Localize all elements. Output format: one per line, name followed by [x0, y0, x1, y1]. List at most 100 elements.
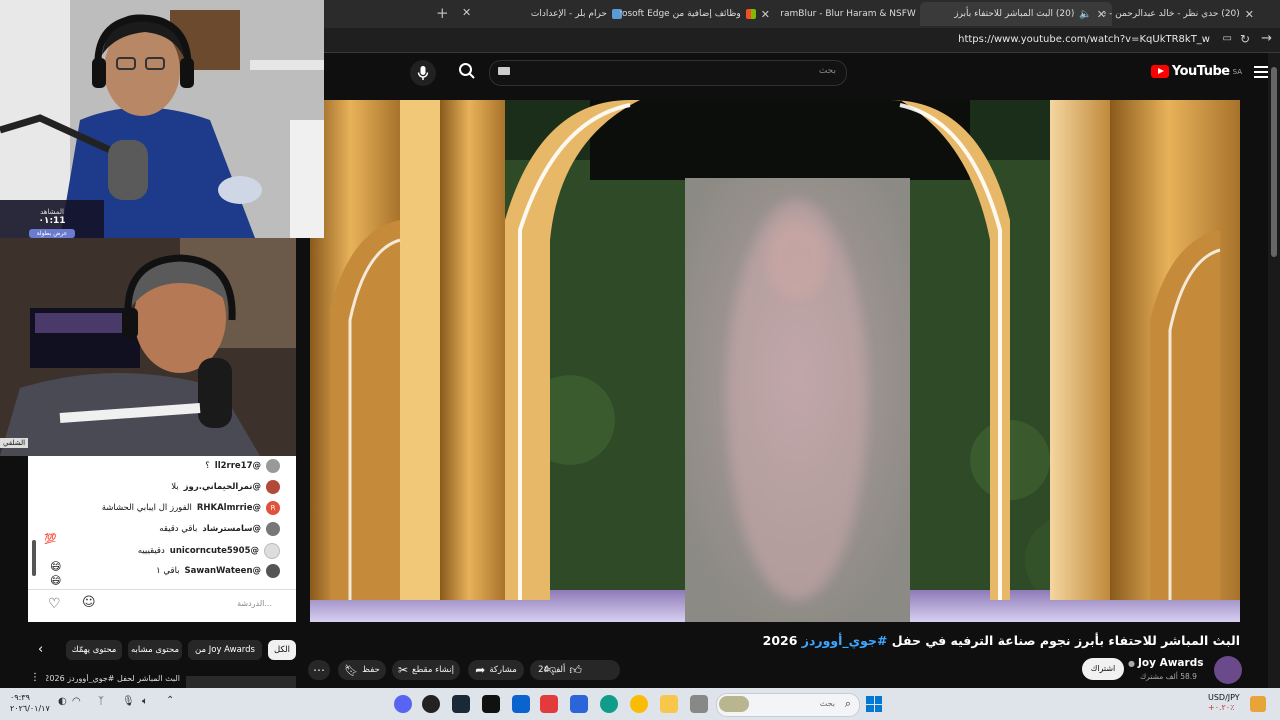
- dislike-button[interactable]: 👎︎: [544, 662, 556, 677]
- clock[interactable]: ٠٩:٣٩ ٢٠٢٦/٠١/١٧: [10, 692, 50, 714]
- forward-icon[interactable]: →: [1261, 31, 1272, 46]
- chat-message: @نمرالحيماني.روز بلا: [171, 480, 280, 494]
- app-icon[interactable]: [690, 695, 708, 713]
- address-bar[interactable]: https://www.youtube.com/watch?v=KqUkTR8k…: [324, 28, 1280, 53]
- chevron-left-icon[interactable]: ‹: [38, 642, 43, 657]
- chevron-up-icon[interactable]: ⌃: [166, 695, 174, 706]
- chat-message: @ll2rre17 ؟: [205, 459, 280, 473]
- chat-username[interactable]: @ll2rre17: [215, 461, 261, 471]
- network-icon[interactable]: ᛉ: [98, 696, 104, 707]
- avatar: [266, 459, 280, 473]
- microphone-tray-icon[interactable]: 🎙︎: [122, 696, 135, 707]
- chat-username[interactable]: @نمرالحيماني.روز: [184, 482, 261, 492]
- close-tab-icon[interactable]: ✕: [462, 6, 471, 19]
- like-reaction-button[interactable]: ♡: [48, 596, 61, 612]
- tab-title: وظائف إضافية من Microsoft Edge: [620, 9, 741, 19]
- browser-tab[interactable]: حرام بلر - الإعدادات: [474, 4, 622, 24]
- edge-app-icon[interactable]: [600, 695, 618, 713]
- wifi-icon[interactable]: ◠: [72, 696, 81, 707]
- channel-name[interactable]: ● Joy Awards: [1128, 657, 1203, 669]
- chat-username[interactable]: @RHKAlmrrie: [197, 503, 261, 513]
- close-tab-icon[interactable]: ✕: [1245, 8, 1254, 21]
- live-chat-panel: @ll2rre17 ؟ @نمرالحيماني.روز بلا R @RHKA…: [28, 456, 296, 622]
- chat-input[interactable]: ☺ الدردشة...: [72, 594, 300, 616]
- title-text: البث المباشر للاحتفاء بأبرز نجوم صناعة ا…: [887, 633, 1240, 648]
- channel-avatar[interactable]: [1214, 656, 1242, 684]
- capcut-app-icon[interactable]: [482, 695, 500, 713]
- currency-pair: USD/JPY: [1208, 693, 1240, 702]
- browser-tab-active[interactable]: ✕ 🔈 (20) البث المباشر للاحتفاء بأبرز: [920, 2, 1112, 26]
- clip-button[interactable]: ✂ إنشاء مقطع: [392, 660, 460, 680]
- chat-username[interactable]: @سامسترشاد: [202, 524, 261, 534]
- video-frame: [310, 100, 1240, 622]
- new-tab-button[interactable]: +: [436, 4, 449, 22]
- tab-title: (20) البث المباشر للاحتفاء بأبرز: [954, 9, 1075, 19]
- chat-username[interactable]: @unicorncute5905: [170, 546, 259, 556]
- like-button[interactable]: 24 ألف 👍︎: [530, 660, 590, 680]
- youtube-header: YouTube SA بحث: [324, 53, 1268, 93]
- tab-title: (20) حدي نظر - خالد عبدالرحمن - e: [1104, 9, 1240, 19]
- url-text[interactable]: https://www.youtube.com/watch?v=KqUkTR8k…: [958, 34, 1210, 45]
- keyboard-icon[interactable]: [498, 67, 510, 75]
- title-hashtag[interactable]: #جوي_أووردز: [802, 633, 888, 648]
- notifications-icon[interactable]: ◐: [58, 696, 67, 707]
- volume-icon[interactable]: 🔈︎: [142, 696, 148, 707]
- share-button[interactable]: ➦ مشاركة: [468, 660, 524, 680]
- search-input[interactable]: بحث: [489, 60, 847, 86]
- chip-for-you[interactable]: محتوى يهمّك: [66, 640, 122, 660]
- browser-tab[interactable]: ✕ (20) حدي نظر - خالد عبدالرحمن - e: [1104, 4, 1254, 24]
- more-actions-button[interactable]: ⋯: [308, 660, 330, 680]
- start-button[interactable]: [866, 696, 882, 712]
- chip-related[interactable]: محتوى مشابه: [128, 640, 182, 660]
- browser-tab[interactable]: ✕ وظائف إضافية من Microsoft Edge: [620, 4, 770, 24]
- chrome-app-icon[interactable]: [630, 695, 648, 713]
- close-tab-icon[interactable]: ✕: [761, 8, 770, 21]
- verified-icon: ●: [1128, 658, 1135, 668]
- speaker-icon[interactable]: 🔈: [1079, 9, 1091, 20]
- gift-app-icon[interactable]: [540, 695, 558, 713]
- widget-icon[interactable]: [1250, 696, 1266, 712]
- avatar: [266, 522, 280, 536]
- microphone-icon: [417, 66, 429, 80]
- store-app-icon[interactable]: [570, 695, 588, 713]
- viewer-widget: المشاهد ٠١:11 عرض بطولة: [0, 200, 104, 238]
- next-video-thumbnail[interactable]: [186, 676, 296, 688]
- next-video-title[interactable]: البث المباشر لحفل #جوي_أووردز 2026 |: [46, 674, 180, 683]
- page-scrollbar[interactable]: [1268, 53, 1280, 688]
- search-button[interactable]: [458, 62, 480, 84]
- file-explorer-icon[interactable]: [660, 695, 678, 713]
- tab-title: HaramBlur - Blur Haram & NSFW: [780, 9, 916, 19]
- currency-widget[interactable]: USD/JPY +٠.٢٠٪: [1208, 693, 1240, 713]
- browser-tab[interactable]: ✕ HaramBlur - Blur Haram & NSFW: [780, 4, 930, 24]
- youtube-logo[interactable]: YouTube SA: [1150, 64, 1242, 79]
- outlook-app-icon[interactable]: [512, 695, 530, 713]
- reaction-emoji-icon: 😄: [50, 574, 62, 587]
- search-placeholder: بحث: [818, 66, 836, 76]
- scrollbar-thumb[interactable]: [1271, 67, 1277, 257]
- tournament-button[interactable]: عرض بطولة: [29, 229, 75, 238]
- taskbar-search[interactable]: ⌕ بحث: [716, 693, 860, 717]
- chip-all[interactable]: الكل: [268, 640, 296, 660]
- chat-scrollbar[interactable]: [32, 540, 36, 576]
- discord-app-icon[interactable]: [394, 695, 412, 713]
- emoji-icon[interactable]: ☺: [82, 595, 96, 610]
- avatar: [266, 480, 280, 494]
- video-player[interactable]: [310, 100, 1240, 622]
- chat-text: ؟: [205, 461, 210, 471]
- subscribe-button[interactable]: اشتراك: [1082, 658, 1124, 680]
- viewer-time: ٠١:11: [38, 216, 66, 226]
- clock-date: ٢٠٢٦/٠١/١٧: [10, 704, 50, 713]
- reload-icon[interactable]: ↻: [1240, 32, 1250, 46]
- chat-message: @SawanWateen باقي ١: [156, 564, 280, 578]
- bookmark-icon: 🔖︎: [344, 663, 359, 677]
- read-aloud-icon[interactable]: ▭: [1223, 33, 1232, 44]
- chat-username[interactable]: @SawanWateen: [185, 566, 261, 576]
- chip-from-channel[interactable]: من Joy Awards: [188, 640, 262, 660]
- steam-app-icon[interactable]: [452, 695, 470, 713]
- save-button[interactable]: 🔖︎ حفظ: [338, 660, 386, 680]
- voice-search-button[interactable]: [410, 60, 436, 86]
- kebab-menu-icon[interactable]: ⋮: [30, 672, 40, 683]
- chat-divider: [28, 589, 296, 590]
- app-icon[interactable]: [422, 695, 440, 713]
- menu-icon[interactable]: [1254, 66, 1268, 78]
